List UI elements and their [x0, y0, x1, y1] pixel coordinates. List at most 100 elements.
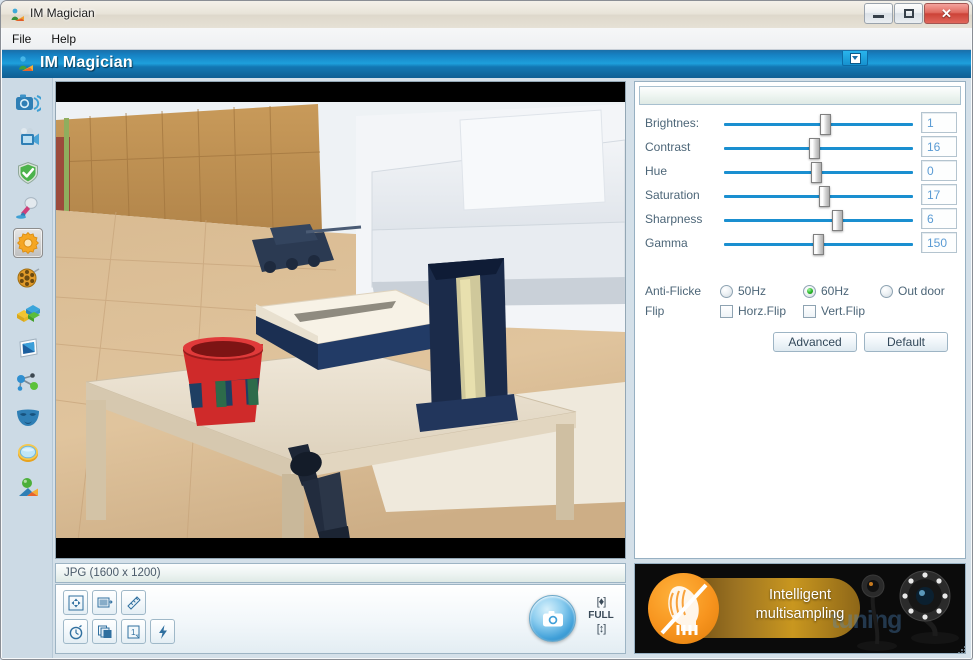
options-group: Anti-Flicke 50Hz 60Hz Out door Flip Horz…: [635, 282, 967, 322]
stopwatch-icon: [69, 624, 82, 639]
slider-thumb-hue[interactable]: [810, 162, 822, 183]
slider-label-hue: Hue: [645, 164, 668, 178]
close-icon: ✕: [941, 6, 952, 21]
panel-collapse-button[interactable]: [842, 51, 868, 66]
value-saturation: 17: [927, 187, 941, 202]
slider-saturation[interactable]: [724, 186, 913, 207]
checkbox-horz-flip[interactable]: Horz.Flip: [720, 304, 786, 318]
slider-label-saturation: Saturation: [645, 188, 700, 202]
blocks-icon: [13, 298, 43, 328]
close-button[interactable]: ✕: [924, 3, 969, 24]
value-sharpness: 6: [927, 211, 934, 226]
title-bar: IM Magician ✕: [1, 1, 972, 28]
sidebar-item-camera-capture[interactable]: [2, 85, 53, 120]
value-hue: 0: [927, 163, 934, 178]
menu-bar: File Help: [2, 28, 971, 50]
slider-sharpness[interactable]: [724, 210, 913, 231]
slider-hue[interactable]: [724, 162, 913, 183]
radio-50hz[interactable]: 50Hz: [720, 284, 766, 298]
radio-label-outdoor: Out door: [898, 284, 945, 298]
value-box-gamma[interactable]: 150: [921, 232, 957, 253]
default-button[interactable]: Default: [864, 332, 948, 352]
single-capture-button[interactable]: 1: [121, 619, 146, 644]
value-box-hue[interactable]: 0: [921, 160, 957, 181]
radio-60hz[interactable]: 60Hz: [803, 284, 849, 298]
toolbar-row-2: 1: [63, 619, 175, 644]
slider-brightness[interactable]: [724, 114, 913, 135]
maximize-icon: [903, 9, 914, 18]
sidebar-item-film-effects[interactable]: [2, 260, 53, 295]
webcam-product-image: [857, 570, 959, 651]
slider-thumb-contrast[interactable]: [809, 138, 821, 159]
toolbar-buttons: 1: [63, 590, 175, 648]
slider-thumb-gamma[interactable]: [812, 234, 824, 255]
video-preview[interactable]: [55, 81, 626, 559]
body-area: JPG (1600 x 1200) 1 [♦] FULL [↕] Brightn…: [2, 78, 971, 658]
flash-button[interactable]: [150, 619, 175, 644]
burst-capture-button[interactable]: [92, 619, 117, 644]
minimize-icon: [873, 15, 884, 18]
sidebar-item-security[interactable]: [2, 155, 53, 190]
sidebar-item-color-blocks[interactable]: [2, 295, 53, 330]
minimize-button[interactable]: [864, 3, 893, 24]
microphone-icon: [13, 193, 43, 223]
slider-thumb-brightness[interactable]: [820, 114, 832, 135]
preview-column: JPG (1600 x 1200) 1 [♦] FULL [↕]: [53, 78, 633, 658]
chevron-down-icon: [849, 52, 861, 64]
slider-thumb-saturation[interactable]: [818, 186, 830, 207]
sidebar-item-globe-world[interactable]: [2, 470, 53, 505]
measure-button[interactable]: [121, 590, 146, 615]
window-controls: ✕: [864, 3, 969, 24]
mask-icon: [13, 403, 43, 433]
single-frame-icon: 1: [127, 625, 139, 639]
ad-background: tuning Intelligent multisampling: [635, 564, 965, 653]
maximize-button[interactable]: [894, 3, 923, 24]
radio-label-60hz: 60Hz: [821, 284, 850, 298]
slider-thumb-sharpness[interactable]: [831, 210, 843, 231]
value-box-saturation[interactable]: 17: [921, 184, 957, 205]
text-box-icon: [97, 597, 113, 607]
checkbox-vert-flip[interactable]: Vert.Flip: [803, 304, 865, 318]
value-box-brightness[interactable]: 1: [921, 112, 957, 133]
ruler-icon: [126, 595, 141, 610]
slider-contrast[interactable]: [724, 138, 913, 159]
capture-size-label: FULL: [588, 610, 614, 621]
sidebar-item-video-record[interactable]: [2, 120, 53, 155]
slider-label-brightness: Brightnes:: [645, 116, 700, 130]
capture-button[interactable]: [529, 595, 576, 642]
radio-dot-outdoor: [880, 284, 893, 298]
slider-list: Brightnes: 1 Contrast 16 Hue 0 Saturatio…: [635, 112, 967, 256]
resize-move-button[interactable]: [63, 590, 88, 615]
radio-outdoor[interactable]: Out door: [880, 284, 945, 298]
sidebar-item-lens-filter[interactable]: [2, 435, 53, 470]
timer-button[interactable]: [63, 619, 88, 644]
resize-grip-icon[interactable]: [957, 645, 967, 655]
slider-gamma[interactable]: [724, 234, 913, 255]
slider-row-hue: Hue 0: [635, 160, 967, 184]
value-contrast: 16: [927, 139, 941, 154]
value-box-sharpness[interactable]: 6: [921, 208, 957, 229]
checkbox-box-horz-flip: [720, 304, 733, 318]
sidebar-item-photo-frame[interactable]: [2, 330, 53, 365]
sidebar-item-face-mask[interactable]: [2, 400, 53, 435]
camera-icon: [542, 610, 563, 626]
molecule-icon: [13, 368, 43, 398]
menu-item-file[interactable]: File: [2, 30, 41, 48]
app-logo-icon: [16, 55, 34, 73]
menu-item-help[interactable]: Help: [41, 30, 86, 48]
stacked-frames-icon: [97, 625, 111, 638]
value-box-contrast[interactable]: 16: [921, 136, 957, 157]
flip-label: Flip: [645, 304, 665, 318]
photo-frame-icon: [13, 333, 43, 363]
expand-sides-icon: [↕]: [596, 623, 607, 635]
text-overlay-button[interactable]: [92, 590, 117, 615]
ad-banner[interactable]: tuning Intelligent multisampling: [634, 563, 966, 654]
sidebar-item-network-share[interactable]: [2, 365, 53, 400]
preview-image: [56, 82, 625, 558]
advanced-button[interactable]: Advanced: [773, 332, 857, 352]
settings-column: Brightnes: 1 Contrast 16 Hue 0 Saturatio…: [633, 78, 971, 658]
sidebar-item-audio-microphone[interactable]: [2, 190, 53, 225]
capture-size-group[interactable]: [♦] FULL [↕]: [585, 595, 617, 636]
sidebar-item-settings[interactable]: [2, 225, 53, 260]
app-person-icon: [9, 7, 25, 23]
